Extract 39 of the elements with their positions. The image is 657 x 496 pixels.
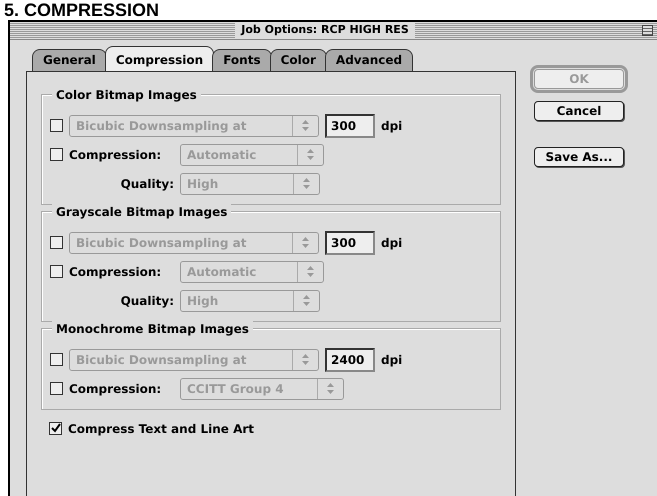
tab[interactable]: Compression xyxy=(104,46,214,71)
tab[interactable]: Color xyxy=(270,49,327,71)
stepper-arrows-icon xyxy=(303,178,310,189)
field-label: Quality: xyxy=(120,176,174,192)
field-label: Compression: xyxy=(69,264,162,280)
tab[interactable]: Advanced xyxy=(324,49,414,71)
page-heading: 5. COMPRESSION xyxy=(3,0,160,20)
stepper-arrows-icon xyxy=(307,149,314,160)
stepper-arrows-icon xyxy=(307,266,314,277)
resolution-field[interactable]: 300 xyxy=(325,114,375,138)
checkbox[interactable] xyxy=(50,265,63,278)
zoom-box-icon[interactable] xyxy=(642,25,654,36)
stepper-arrows-icon xyxy=(327,383,334,394)
field-label: Compression: xyxy=(69,380,162,398)
dialog-button[interactable]: Cancel xyxy=(534,101,624,121)
unit-label: dpi xyxy=(381,234,402,252)
stepper-arrows-icon xyxy=(302,354,309,365)
checkbox[interactable] xyxy=(50,382,63,395)
tab[interactable]: General xyxy=(32,49,107,71)
checkbox[interactable] xyxy=(49,422,62,435)
checkbox[interactable] xyxy=(50,119,63,132)
resolution-field[interactable]: 2400 xyxy=(325,348,375,372)
unit-label: dpi xyxy=(381,352,402,368)
dialog-button[interactable]: Save As... xyxy=(534,147,624,167)
group-title: Monochrome Bitmap Images xyxy=(52,320,253,338)
checkbox-label: Compress Text and Line Art xyxy=(68,420,254,438)
field-label: Quality: xyxy=(120,292,174,310)
resolution-field[interactable]: 300 xyxy=(325,230,375,254)
stepper-arrows-icon xyxy=(302,120,309,131)
group-title: Grayscale Bitmap Images xyxy=(52,203,232,221)
tab[interactable]: Fonts xyxy=(212,49,272,71)
checkbox[interactable] xyxy=(50,353,63,366)
field-label: Compression: xyxy=(69,146,162,164)
checkbox[interactable] xyxy=(50,236,63,249)
unit-label: dpi xyxy=(381,118,402,134)
stepper-arrows-icon xyxy=(303,295,310,306)
window-title: Job Options: RCP HIGH RES xyxy=(235,22,415,39)
stepper-arrows-icon xyxy=(302,237,309,248)
checkbox[interactable] xyxy=(50,148,63,161)
